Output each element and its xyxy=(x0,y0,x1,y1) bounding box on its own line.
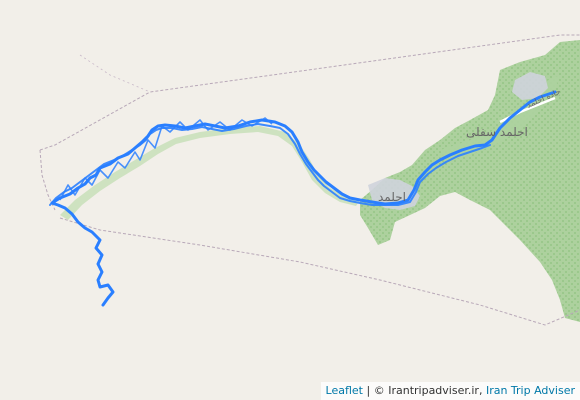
boundary-line-diag xyxy=(79,54,151,93)
map-tiles: احلمد سفلی احلمد جاده احلمد xyxy=(39,34,580,326)
site-link[interactable]: Iran Trip Adviser xyxy=(486,384,575,397)
boundary-line-south xyxy=(59,217,580,326)
attribution-copyright: © Irantripadviser.ir, xyxy=(373,384,483,397)
attribution-separator: | xyxy=(366,384,371,397)
leaflet-link[interactable]: Leaflet xyxy=(326,384,363,397)
village-lower-label: احلمد xyxy=(378,190,406,204)
village-upper-label: احلمد سفلی xyxy=(466,125,528,139)
map-view[interactable]: احلمد سفلی احلمد جاده احلمد Leaflet | © … xyxy=(0,0,580,400)
map-attribution: Leaflet | © Irantripadviser.ir, Iran Tri… xyxy=(320,382,580,400)
